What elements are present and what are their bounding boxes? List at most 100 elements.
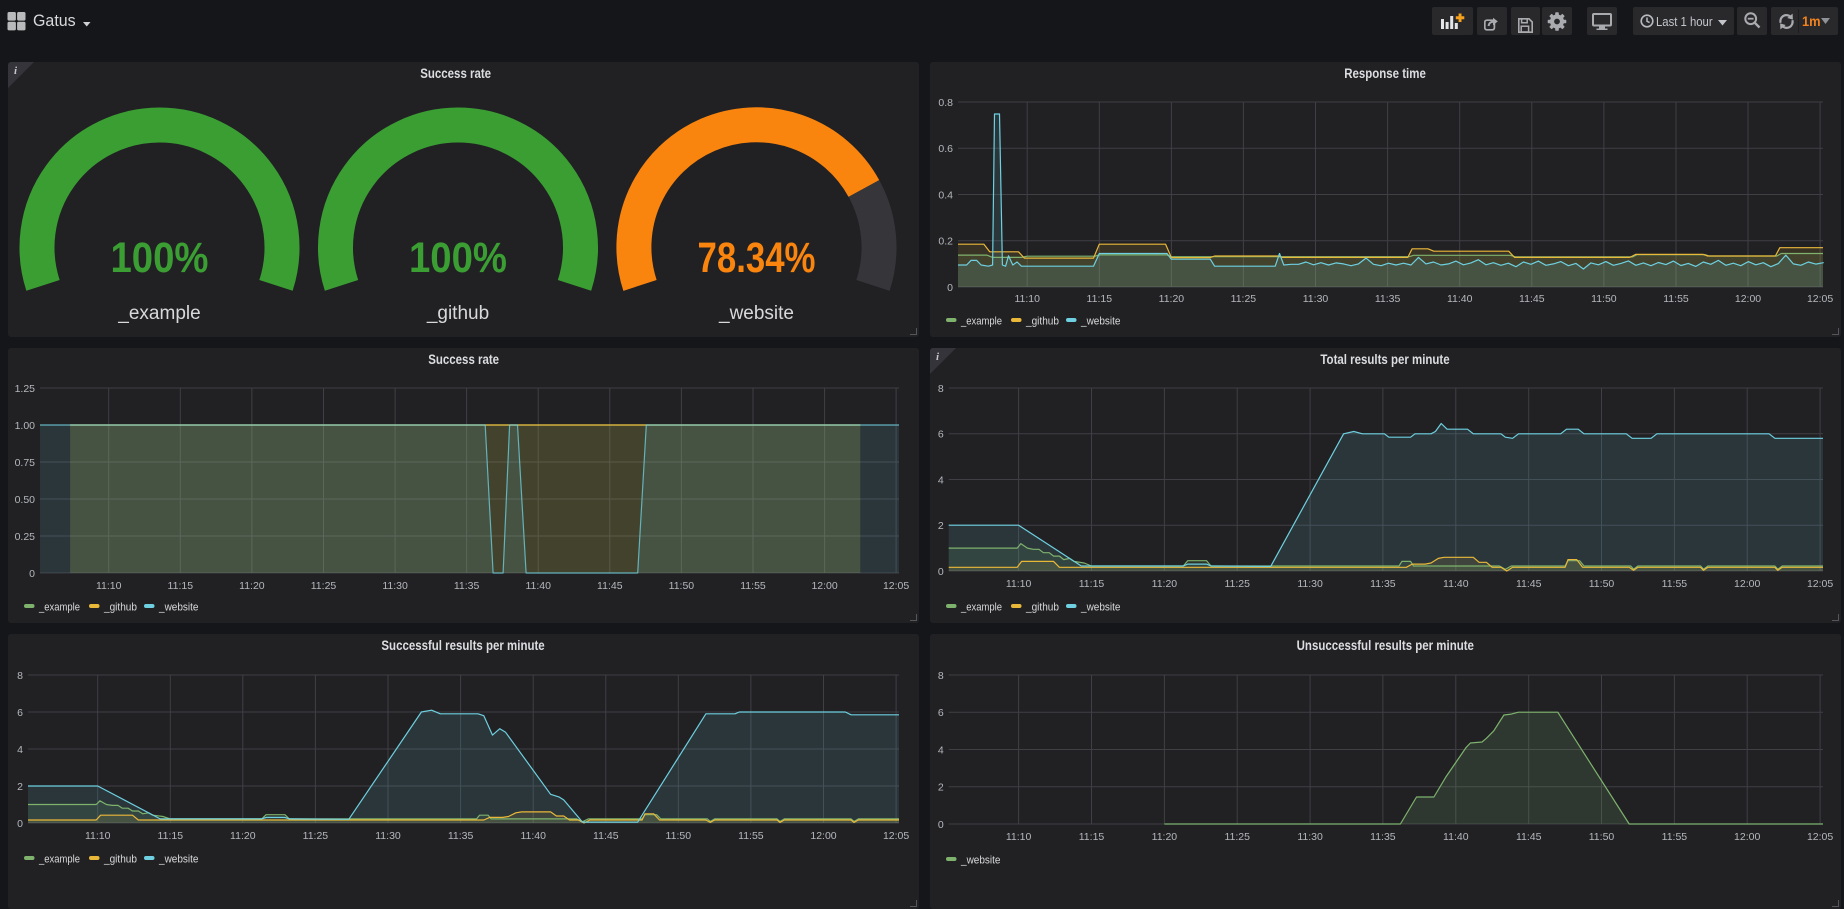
svg-text:1.25: 1.25 <box>15 383 36 395</box>
svg-text:11:45: 11:45 <box>597 580 623 592</box>
svg-text:2: 2 <box>938 782 944 794</box>
svg-text:8: 8 <box>938 670 944 682</box>
svg-text:11:30: 11:30 <box>1297 578 1323 590</box>
svg-text:11:55: 11:55 <box>1662 831 1688 843</box>
svg-text:11:55: 11:55 <box>738 830 764 842</box>
svg-text:11:20: 11:20 <box>1152 831 1178 843</box>
svg-text:4: 4 <box>938 744 944 756</box>
svg-text:11:20: 11:20 <box>1152 578 1178 590</box>
svg-text:11:50: 11:50 <box>1589 578 1615 590</box>
svg-text:_website: _website <box>718 303 794 324</box>
svg-text:11:45: 11:45 <box>1516 831 1542 843</box>
svg-text:11:25: 11:25 <box>1231 293 1257 305</box>
svg-text:4: 4 <box>938 474 944 486</box>
svg-text:12:05: 12:05 <box>1807 293 1833 305</box>
svg-text:12:05: 12:05 <box>883 830 909 842</box>
svg-text:6: 6 <box>938 707 944 719</box>
svg-text:_github: _github <box>1025 316 1059 328</box>
svg-text:0: 0 <box>947 282 953 294</box>
svg-text:12:00: 12:00 <box>1735 293 1761 305</box>
svg-text:_github: _github <box>426 303 489 324</box>
svg-text:_github: _github <box>103 854 137 866</box>
svg-text:11:30: 11:30 <box>1303 293 1329 305</box>
svg-text:12:00: 12:00 <box>1734 578 1760 590</box>
svg-text:0.4: 0.4 <box>938 189 953 201</box>
svg-text:_website: _website <box>158 854 198 866</box>
svg-text:11:35: 11:35 <box>454 580 480 592</box>
svg-text:100%: 100% <box>409 234 507 282</box>
svg-text:6: 6 <box>17 707 23 719</box>
svg-text:1.00: 1.00 <box>15 420 36 432</box>
svg-text:11:10: 11:10 <box>1006 578 1032 590</box>
svg-text:11:15: 11:15 <box>158 830 184 842</box>
svg-text:11:20: 11:20 <box>230 830 256 842</box>
svg-text:0: 0 <box>938 819 944 831</box>
svg-text:0: 0 <box>938 566 944 578</box>
svg-text:11:55: 11:55 <box>1663 293 1689 305</box>
svg-text:11:10: 11:10 <box>96 580 122 592</box>
svg-text:100%: 100% <box>111 234 209 282</box>
svg-text:_website: _website <box>1080 602 1120 614</box>
svg-text:11:50: 11:50 <box>1591 293 1617 305</box>
svg-text:2: 2 <box>17 781 23 793</box>
svg-text:0.50: 0.50 <box>15 494 36 506</box>
svg-text:11:15: 11:15 <box>1079 578 1105 590</box>
svg-text:12:00: 12:00 <box>811 580 837 592</box>
svg-text:12:05: 12:05 <box>1807 578 1833 590</box>
svg-text:11:50: 11:50 <box>1589 831 1615 843</box>
svg-text:11:25: 11:25 <box>1224 578 1250 590</box>
svg-text:0.6: 0.6 <box>938 143 953 155</box>
svg-text:12:00: 12:00 <box>810 830 836 842</box>
svg-text:11:40: 11:40 <box>525 580 551 592</box>
svg-text:0: 0 <box>17 818 23 830</box>
svg-text:2: 2 <box>938 520 944 532</box>
svg-text:_github: _github <box>103 602 137 614</box>
svg-text:11:40: 11:40 <box>1447 293 1473 305</box>
svg-text:11:50: 11:50 <box>666 830 692 842</box>
svg-text:11:25: 11:25 <box>311 580 337 592</box>
svg-text:_github: _github <box>1025 602 1059 614</box>
svg-text:_example: _example <box>960 316 1002 328</box>
svg-text:11:10: 11:10 <box>1006 831 1032 843</box>
svg-text:_example: _example <box>117 303 200 324</box>
svg-text:0.25: 0.25 <box>15 531 36 543</box>
svg-text:78.34%: 78.34% <box>698 234 816 282</box>
svg-text:11:40: 11:40 <box>1443 831 1469 843</box>
svg-text:11:35: 11:35 <box>1375 293 1401 305</box>
svg-text:11:55: 11:55 <box>1662 578 1688 590</box>
svg-text:11:35: 11:35 <box>1370 831 1396 843</box>
svg-text:0: 0 <box>29 568 35 580</box>
svg-text:11:30: 11:30 <box>375 830 401 842</box>
svg-text:_example: _example <box>38 854 80 866</box>
svg-text:11:15: 11:15 <box>168 580 194 592</box>
svg-text:0.8: 0.8 <box>938 97 953 109</box>
svg-text:11:45: 11:45 <box>1516 578 1542 590</box>
svg-text:12:00: 12:00 <box>1734 831 1760 843</box>
svg-text:6: 6 <box>938 429 944 441</box>
svg-text:0.2: 0.2 <box>938 236 953 248</box>
svg-text:11:35: 11:35 <box>448 830 474 842</box>
svg-text:11:25: 11:25 <box>303 830 329 842</box>
svg-text:11:40: 11:40 <box>1443 578 1469 590</box>
svg-text:11:20: 11:20 <box>239 580 265 592</box>
svg-text:_example: _example <box>38 602 80 614</box>
svg-text:11:15: 11:15 <box>1079 831 1105 843</box>
svg-text:11:50: 11:50 <box>669 580 695 592</box>
svg-text:11:35: 11:35 <box>1370 578 1396 590</box>
svg-text:_website: _website <box>1080 316 1120 328</box>
svg-text:12:05: 12:05 <box>883 580 909 592</box>
svg-text:11:15: 11:15 <box>1087 293 1113 305</box>
svg-text:12:05: 12:05 <box>1807 831 1833 843</box>
svg-text:11:25: 11:25 <box>1224 831 1250 843</box>
svg-text:11:55: 11:55 <box>740 580 766 592</box>
svg-text:11:45: 11:45 <box>1519 293 1545 305</box>
svg-text:11:30: 11:30 <box>1297 831 1323 843</box>
svg-text:_website: _website <box>158 602 198 614</box>
svg-text:11:45: 11:45 <box>593 830 619 842</box>
svg-text:0.75: 0.75 <box>15 457 36 469</box>
svg-text:11:30: 11:30 <box>382 580 408 592</box>
svg-text:11:10: 11:10 <box>85 830 111 842</box>
svg-text:11:10: 11:10 <box>1014 293 1040 305</box>
svg-text:8: 8 <box>938 383 944 395</box>
svg-text:11:20: 11:20 <box>1159 293 1185 305</box>
